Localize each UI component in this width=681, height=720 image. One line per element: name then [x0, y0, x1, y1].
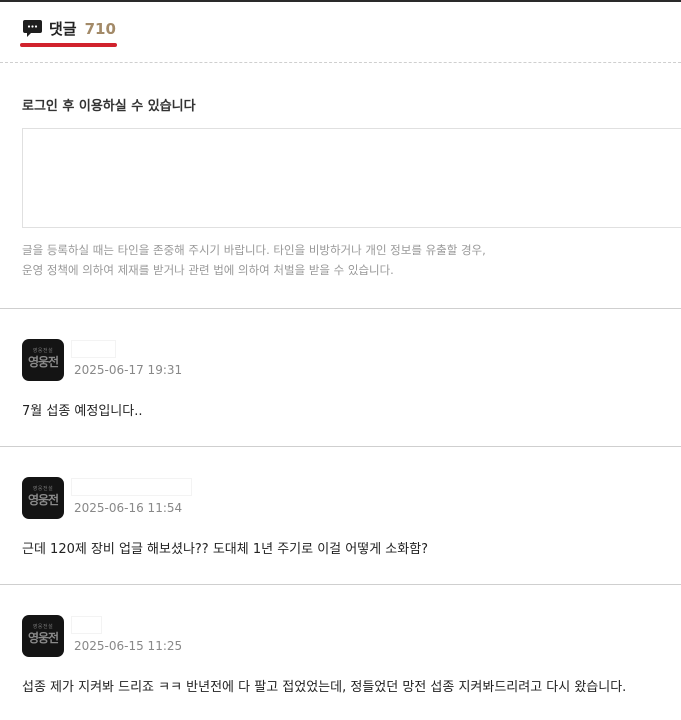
username-redacted[interactable]	[71, 616, 102, 634]
comment-text: 근데 120제 장비 업글 해보셨나?? 도대체 1년 주기로 이걸 어떻게 소…	[22, 542, 429, 557]
avatar[interactable]: 영웅전설 영웅전	[22, 339, 64, 381]
divider	[0, 584, 681, 585]
avatar-title: 영웅전	[27, 355, 59, 369]
username-redacted[interactable]	[71, 478, 192, 496]
comments-title: 댓글	[49, 20, 77, 38]
divider	[0, 308, 681, 309]
avatar[interactable]: 영웅전설 영웅전	[22, 477, 64, 519]
speech-bubble-icon	[22, 19, 43, 39]
comment-text: 섭종 제가 지켜봐 드리죠 ㅋㅋ 반년전에 다 팔고 접었었는데, 정들었던 망…	[22, 680, 627, 695]
active-tab-underline	[20, 43, 117, 47]
comment-timestamp: 2025-06-17 19:31	[74, 363, 183, 377]
policy-line-1: 글을 등록하실 때는 타인을 존중해 주시기 바랍니다. 타인을 비방하거나 개…	[22, 243, 486, 257]
divider	[0, 446, 681, 447]
comments-header: 댓글 710	[22, 18, 116, 39]
avatar[interactable]: 영웅전설 영웅전	[22, 615, 64, 657]
comments-count: 710	[84, 19, 116, 38]
login-notice: 로그인 후 이용하실 수 있습니다	[22, 99, 196, 114]
username-redacted[interactable]	[71, 340, 116, 358]
comment-timestamp: 2025-06-16 11:54	[74, 501, 183, 515]
top-border	[0, 0, 681, 2]
comment-text: 7월 섭종 예정입니다..	[22, 404, 143, 419]
comment-timestamp: 2025-06-15 11:25	[74, 639, 183, 653]
avatar-title: 영웅전	[27, 493, 59, 507]
comment-input[interactable]	[22, 128, 681, 228]
avatar-title: 영웅전	[27, 631, 59, 645]
policy-line-2: 운영 정책에 의하여 제재를 받거나 관련 법에 의하여 처벌을 받을 수 있습…	[22, 263, 394, 277]
dashed-divider	[0, 62, 681, 63]
comment-policy: 글을 등록하실 때는 타인을 존중해 주시기 바랍니다. 타인을 비방하거나 개…	[22, 240, 662, 280]
